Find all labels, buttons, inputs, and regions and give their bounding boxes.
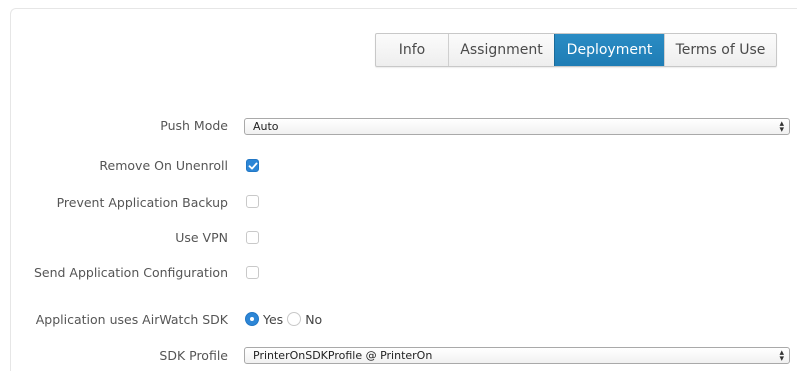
push-mode-value: Auto [253,120,279,133]
select-arrows-icon: ▴ ▾ [779,119,784,135]
remove-on-unenroll-checkbox[interactable] [246,159,259,172]
uses-sdk-no-radio[interactable] [287,312,302,326]
prevent-backup-label: Prevent Application Backup [56,195,228,210]
push-mode-select[interactable]: Auto ▴ ▾ [244,118,790,135]
tab-terms-of-use[interactable]: Terms of Use [664,34,776,66]
uses-sdk-no-label[interactable]: No [305,312,322,327]
use-vpn-label: Use VPN [175,230,228,245]
tab-deployment[interactable]: Deployment [554,34,664,66]
sdk-profile-value: PrinterOnSDKProfile @ PrinterOn [253,349,433,362]
uses-sdk-radio-group: Yes No [245,311,326,327]
select-arrows-icon: ▴ ▾ [779,348,784,364]
send-config-label: Send Application Configuration [33,265,228,280]
sdk-profile-select[interactable]: PrinterOnSDKProfile @ PrinterOn ▴ ▾ [244,347,790,364]
tab-bar: Info Assignment Deployment Terms of Use [375,33,777,67]
push-mode-label: Push Mode [160,118,228,133]
uses-sdk-label: Application uses AirWatch SDK [35,312,228,327]
tab-info[interactable]: Info [376,34,448,66]
prevent-backup-checkbox[interactable] [246,195,259,208]
uses-sdk-yes-label[interactable]: Yes [263,312,283,327]
remove-on-unenroll-label: Remove On Unenroll [99,158,228,173]
checkmark-icon [248,162,258,170]
send-config-checkbox[interactable] [246,266,259,279]
uses-sdk-yes-radio[interactable] [245,312,259,326]
tab-assignment[interactable]: Assignment [448,34,554,66]
sdk-profile-label: SDK Profile [159,348,228,363]
use-vpn-checkbox[interactable] [246,231,259,244]
